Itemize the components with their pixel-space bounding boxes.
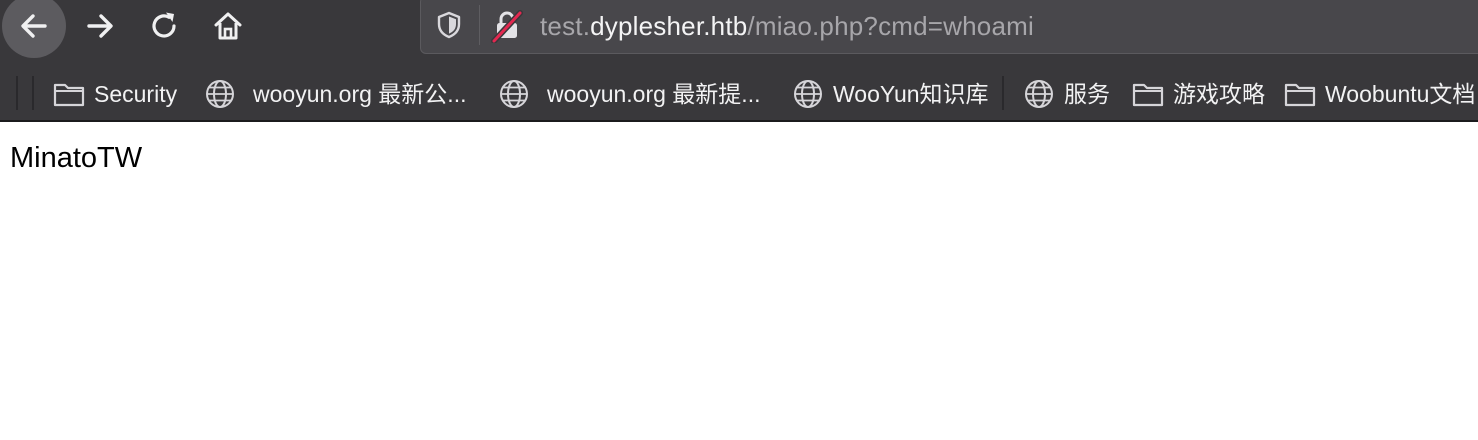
bookmark-label: Woobuntu文档 [1325, 81, 1476, 107]
bookmark-label: 游戏攻略 [1173, 81, 1265, 107]
bookmarks-separator [1002, 76, 1004, 110]
bookmark-security[interactable]: Security [52, 77, 177, 111]
home-icon [214, 12, 242, 40]
folder-icon [53, 83, 85, 107]
folder-icon [1284, 83, 1316, 107]
reload-button[interactable] [132, 0, 196, 52]
bookmark-label: wooyun.org 最新提... [547, 81, 761, 107]
url-path: /miao.php?cmd=whoami [747, 11, 1034, 41]
bookmarks-separator [32, 76, 34, 110]
reload-icon [152, 12, 176, 38]
forward-button[interactable] [68, 0, 132, 52]
back-button[interactable] [2, 0, 66, 58]
globe-icon [206, 80, 234, 108]
folder-icon [1132, 83, 1164, 107]
bookmark-label: Security [94, 81, 178, 107]
bookmark-label: 服务 [1064, 81, 1110, 107]
bookmark-label: WooYun知识库 [833, 81, 989, 107]
home-button[interactable] [196, 0, 260, 52]
url-subdomain: test. [540, 11, 591, 41]
globe-icon [1025, 80, 1053, 108]
bookmark-wooyun-latest-submit[interactable]: wooyun.org 最新提... [497, 77, 760, 111]
page-content: MinatoTW [0, 122, 1478, 440]
url-domain: dyplesher.htb [590, 11, 748, 41]
bookmark-woobuntu-docs[interactable]: Woobuntu文档 [1283, 77, 1475, 111]
url-text[interactable]: test.dyplesher.htb/miao.php?cmd=whoami [540, 8, 1034, 44]
urlbar-separator [479, 5, 480, 45]
command-output: MinatoTW [10, 142, 143, 174]
navigation-toolbar: test.dyplesher.htb/miao.php?cmd=whoami [0, 0, 1478, 64]
bookmarks-toolbar: Security wooyun.org 最新公... wooyun.org 最新… [0, 64, 1478, 122]
bookmark-wooyun-knowledge[interactable]: WooYun知识库 [791, 77, 989, 111]
bookmark-label: wooyun.org 最新公... [253, 81, 467, 107]
globe-icon [794, 80, 822, 108]
bookmark-game-guides[interactable]: 游戏攻略 [1131, 77, 1265, 111]
shield-icon[interactable] [436, 11, 462, 39]
browser-window: test.dyplesher.htb/miao.php?cmd=whoami S… [0, 0, 1478, 440]
bookmark-services[interactable]: 服务 [1022, 77, 1110, 111]
arrow-right-icon [87, 14, 113, 38]
bookmarks-separator [16, 76, 18, 110]
arrow-left-icon [21, 14, 47, 38]
insecure-lock-icon[interactable] [490, 9, 524, 43]
globe-icon [500, 80, 528, 108]
bookmark-wooyun-latest-public[interactable]: wooyun.org 最新公... [203, 77, 466, 111]
